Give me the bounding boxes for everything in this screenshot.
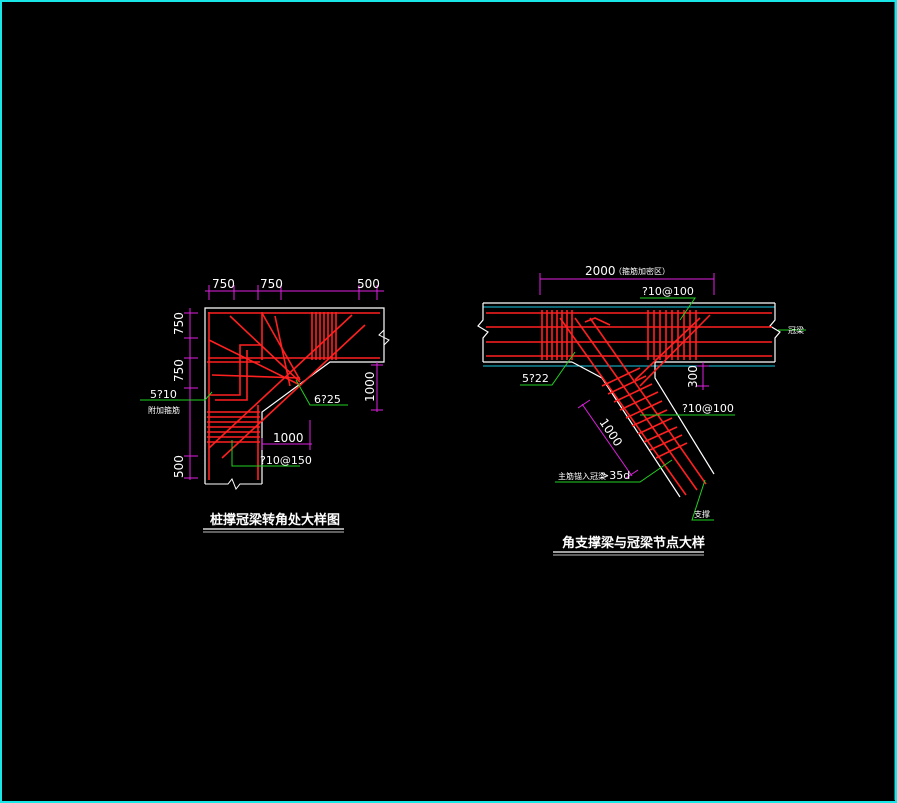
left-dim-top-b: 750 [260,277,283,291]
right-leaders [520,297,806,521]
right-callout-top-stirrup: ?10@100 [642,285,694,298]
left-dim-top-c: 500 [357,277,380,291]
left-detail-title: 桩撑冠梁转角处大样图 [210,512,340,528]
left-callout-diag-bar: 6?25 [314,393,341,406]
left-dim-left-c: 500 [172,455,186,478]
left-callout-stirrup: ?10@150 [260,454,312,467]
cad-drawing: 750 750 500 750 750 500 1000 1000 5?10 附… [140,2,896,800]
right-callout-right-stirrup: ?10@100 [682,402,734,415]
right-dim-side: 300 [686,365,700,388]
left-dim-left-b: 750 [172,359,186,382]
left-callout-main-bar-note: 附加箍筋 [148,405,180,415]
right-callout-brace-label: 支撑 [694,509,710,519]
left-callout-main-bar: 5?10 [150,388,177,401]
right-dim-diag: 1000 [597,416,626,449]
left-dim-top-a: 750 [212,277,235,291]
right-callout-anchor-label: 主筋锚入冠梁 [558,471,606,481]
right-callout-anchor-value: >35d [600,469,630,482]
right-detail: 2000 （箍筋加密区） 300 1000 ?10@100 5?22 ?10@1… [477,264,806,556]
left-dim-right: 1000 [363,371,377,402]
left-dimensions [184,285,384,480]
left-dim-bottom: 1000 [273,431,304,445]
right-callout-main-bar: 5?22 [522,372,549,385]
left-break-bottom [205,478,262,490]
right-dim-top: 2000 [585,264,616,278]
left-detail: 750 750 500 750 750 500 1000 1000 5?10 附… [140,277,390,533]
right-concrete-outline [477,302,781,498]
left-dim-left-a: 750 [172,312,186,335]
right-callout-beam-label: 冠梁 [788,326,804,335]
right-dim-top-note: （箍筋加密区） [614,266,670,276]
right-detail-title: 角支撑梁与冠梁节点大样 [562,535,705,551]
